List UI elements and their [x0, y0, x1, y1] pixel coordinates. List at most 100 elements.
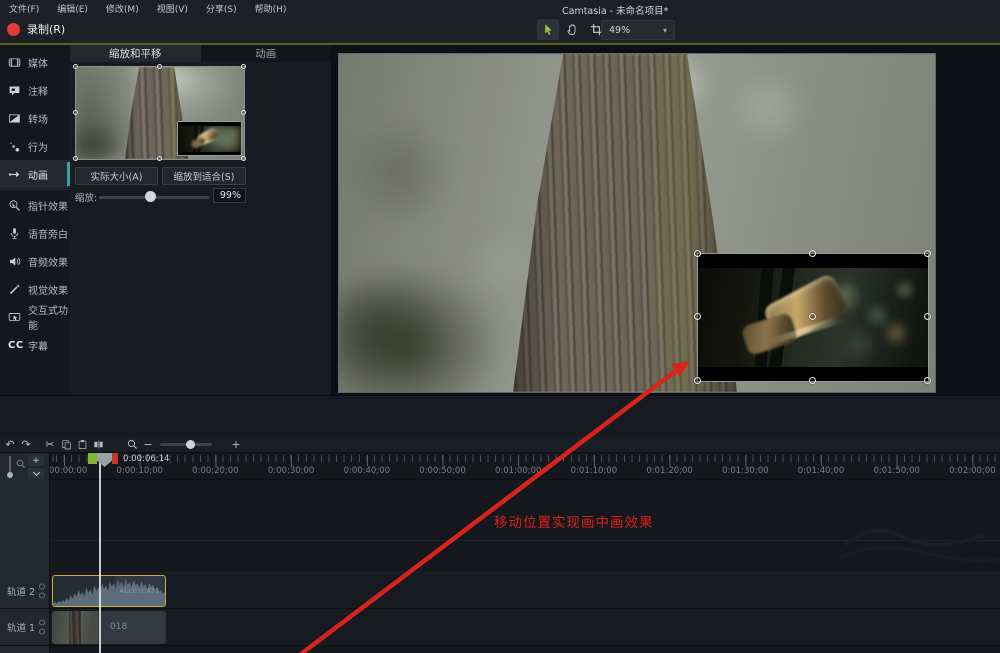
resize-handle[interactable]	[694, 313, 701, 320]
ruler-label: 0:00:30;00	[268, 466, 314, 476]
actual-size-button[interactable]: 实际大小(A)	[75, 167, 158, 185]
timeline-zoom-slider[interactable]	[160, 443, 212, 446]
record-button[interactable]: 录制(R)	[7, 21, 65, 37]
track-options-button[interactable]	[28, 468, 44, 479]
resize-handle[interactable]	[241, 110, 246, 115]
clip-name: 018	[110, 622, 127, 632]
track-visibility-toggle[interactable]	[39, 583, 45, 589]
annotation-text: 移动位置实现画中画效果	[494, 511, 654, 531]
menu-modify[interactable]: 修改(M)	[97, 2, 148, 15]
resize-handle[interactable]	[809, 377, 816, 384]
sidebar-item-visual-effects[interactable]: 视觉效果	[0, 275, 70, 303]
scale-value-box[interactable]: 99%	[213, 188, 246, 203]
sidebar-item-voice-narration[interactable]: 语音旁白	[0, 219, 70, 247]
track-header-column: + 轨道 2 轨道 1	[0, 453, 50, 653]
canvas[interactable]	[338, 53, 936, 393]
paste-button[interactable]	[74, 438, 90, 452]
undo-button[interactable]: ↶	[2, 438, 18, 452]
film-icon	[8, 56, 21, 69]
paste-icon	[77, 439, 88, 450]
timeline-zoom-in-button[interactable]: +	[228, 438, 244, 452]
resize-handle[interactable]	[809, 250, 816, 257]
hand-icon	[566, 23, 579, 36]
menu-help[interactable]: 帮助(H)	[246, 2, 296, 15]
pan-tool-button[interactable]	[561, 19, 583, 40]
canvas-zoom-dropdown[interactable]: 49% ▾	[601, 20, 675, 40]
track-height-slider[interactable]	[9, 456, 11, 474]
timeline-zoom-handle[interactable]	[186, 440, 195, 449]
add-track-button[interactable]: +	[28, 455, 44, 466]
tab-zoom-n-pan[interactable]: 缩放和平移	[70, 45, 201, 62]
menu-file[interactable]: 文件(F)	[0, 2, 48, 15]
track-lock-toggle[interactable]	[39, 592, 45, 598]
ruler-label: 0:01:10;00	[571, 466, 617, 476]
ruler-label: 0:01:00;00	[495, 466, 541, 476]
sidebar-label: 字幕	[28, 338, 48, 353]
cc-icon: CC	[8, 340, 21, 351]
resize-handle[interactable]	[694, 250, 701, 257]
magnifier-icon	[16, 459, 26, 469]
timeline-ruler[interactable]: 0:00:00;000:00:10;000:00:20;000:00:30;00…	[50, 453, 1000, 480]
ruler-label: 0:00:10;00	[116, 466, 162, 476]
sidebar-item-transitions[interactable]: 转场	[0, 104, 70, 132]
toolbar: 录制(R) 49% ▾	[0, 17, 1000, 43]
playhead-line[interactable]	[99, 453, 101, 653]
playhead-time: 0:00:06;14	[123, 454, 169, 464]
copy-button[interactable]	[58, 438, 74, 452]
split-button[interactable]	[90, 438, 106, 452]
sidebar-item-captions[interactable]: CC 字幕	[0, 331, 70, 359]
panel-tabs: 缩放和平移 动画	[70, 45, 331, 62]
select-tool-button[interactable]	[537, 19, 559, 40]
sidebar-label: 语音旁白	[28, 226, 68, 241]
clip-name: ALLEYCATS	[120, 587, 161, 595]
track-visibility-toggle[interactable]	[39, 620, 45, 626]
zoom-pan-preview[interactable]	[75, 66, 245, 160]
speaker-icon	[8, 255, 21, 268]
sidebar-item-annotations[interactable]: 注释	[0, 76, 70, 104]
resize-handle[interactable]	[924, 250, 931, 257]
menu-share[interactable]: 分享(S)	[197, 2, 246, 15]
sidebar-item-interactivity[interactable]: 交互式功能	[0, 303, 70, 331]
timeline-zoom-out-button[interactable]: −	[140, 438, 156, 452]
sidebar-item-audio-effects[interactable]: 音频效果	[0, 247, 70, 275]
resize-handle[interactable]	[241, 64, 246, 69]
resize-handle[interactable]	[157, 156, 162, 161]
track-1-lane	[50, 609, 1000, 646]
scale-to-fit-button[interactable]: 缩放到适合(S)	[162, 167, 246, 185]
magic-wand-icon	[8, 283, 21, 296]
resize-handle[interactable]	[73, 156, 78, 161]
sidebar-item-behaviors[interactable]: 行为	[0, 132, 70, 160]
track-lock-toggle[interactable]	[39, 629, 45, 635]
timeline-clip-track2[interactable]: ALLEYCATS	[52, 575, 166, 607]
cut-button[interactable]: ✂	[42, 438, 58, 452]
ruler-label: 0:00:40;00	[344, 466, 390, 476]
sidebar-item-animations[interactable]: 动画	[0, 160, 70, 188]
playhead-out-handle[interactable]	[112, 453, 118, 464]
track-2-header: 轨道 2	[0, 573, 49, 609]
resize-handle[interactable]	[924, 377, 931, 384]
sidebar-item-cursor-effects[interactable]: 指针效果	[0, 191, 70, 219]
magnifier-icon	[127, 439, 138, 450]
preview-scene	[76, 67, 244, 159]
menu-view[interactable]: 视图(V)	[148, 2, 197, 15]
resize-handle[interactable]	[73, 64, 78, 69]
sidebar-label: 指针效果	[28, 198, 68, 213]
menu-edit[interactable]: 编辑(E)	[48, 2, 97, 15]
animation-icon	[8, 168, 21, 181]
timeline-clip-track1[interactable]: 018	[52, 611, 166, 644]
resize-handle[interactable]	[157, 64, 162, 69]
tab-animations[interactable]: 动画	[201, 45, 332, 62]
resize-handle[interactable]	[73, 110, 78, 115]
resize-handle[interactable]	[241, 156, 246, 161]
sidebar-item-media[interactable]: 媒体	[0, 48, 70, 76]
playhead-in-handle[interactable]	[88, 453, 97, 464]
scale-slider-handle[interactable]	[145, 191, 156, 202]
pip-video[interactable]	[697, 253, 929, 382]
ruler-label: 0:00:20;00	[192, 466, 238, 476]
ruler-label: 0:00:50;00	[419, 466, 465, 476]
resize-handle[interactable]	[694, 377, 701, 384]
transition-icon	[8, 112, 21, 125]
sidebar: 媒体 注释 转场 行为 动画 指针效果 语音旁白 音频效果	[0, 45, 70, 395]
timeline-zoom-button[interactable]	[124, 438, 140, 452]
redo-button[interactable]: ↷	[18, 438, 34, 452]
